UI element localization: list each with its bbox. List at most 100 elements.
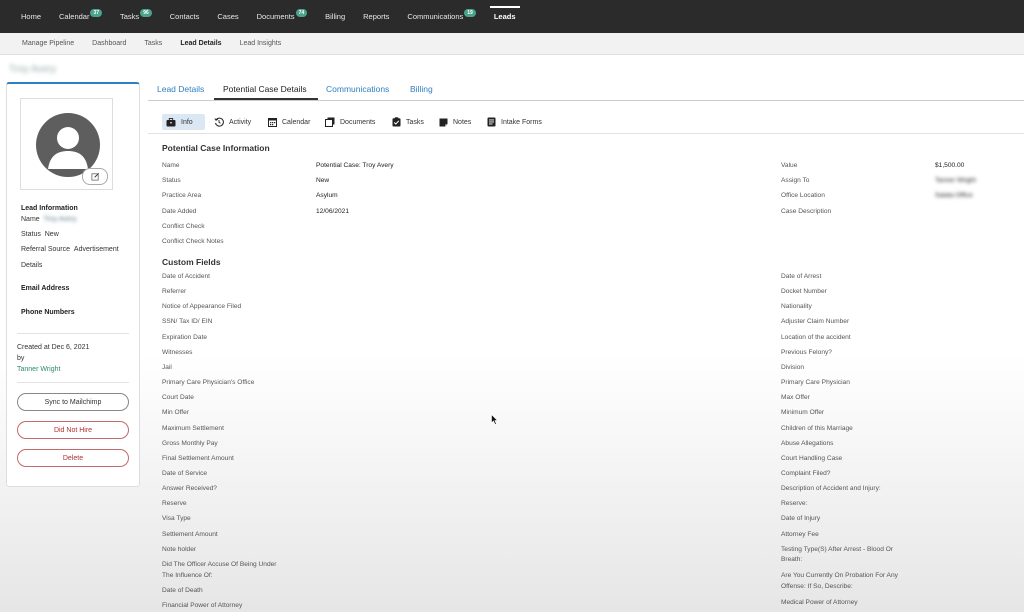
subnav-dashboard[interactable]: Dashboard xyxy=(83,40,135,47)
subtab-intake-forms-label: Intake Forms xyxy=(501,118,542,126)
field-label: Conflict Check xyxy=(162,222,205,230)
custom-field-label: Settlement Amount xyxy=(162,530,218,538)
custom-field-label: Division xyxy=(781,363,805,371)
subnav-manage-pipeline[interactable]: Manage Pipeline xyxy=(13,40,83,47)
custom-field-label: The Influence Of: xyxy=(162,572,213,580)
did-not-hire-button[interactable]: Did Not Hire xyxy=(17,421,129,439)
created-at-text: Created at Dec 6, 2021 xyxy=(17,344,90,351)
nav-leads-label: Leads xyxy=(493,12,516,21)
calendar-icon xyxy=(268,118,277,127)
custom-field-label: SSN/ Tax ID/ EIN xyxy=(162,318,213,326)
tab-potential-case-details[interactable]: Potential Case Details xyxy=(223,84,307,94)
notes-icon xyxy=(439,118,448,126)
nav-documents[interactable]: Documents 74 xyxy=(248,0,317,33)
tab-lead-details[interactable]: Lead Details xyxy=(157,84,204,94)
field-value: Asylum xyxy=(316,192,338,200)
nav-communications-label: Communications xyxy=(407,12,464,21)
field-value: Salata Office xyxy=(935,192,973,200)
custom-field-label: Court Handling Case xyxy=(781,454,843,462)
subtab-tasks[interactable]: Tasks xyxy=(388,114,428,130)
subtab-tasks-label: Tasks xyxy=(406,118,424,126)
top-navigation: Home Calendar 37 Tasks 96 Contacts Cases D… xyxy=(0,0,1024,33)
tab-communications[interactable]: Communications xyxy=(326,84,389,94)
created-by-link[interactable]: Tanner Wright xyxy=(17,366,60,373)
custom-field-label: Minimum Offer xyxy=(781,409,825,417)
custom-field-label: Date of Arrest xyxy=(781,273,822,280)
tasks-icon xyxy=(392,117,401,127)
email-address-heading: Email Address xyxy=(21,285,70,292)
communications-count-badge: 19 xyxy=(464,8,476,17)
phone-numbers-heading: Phone Numbers xyxy=(21,309,75,316)
lead-profile-card: Lead Information Name Troy Avery Status … xyxy=(6,82,140,487)
field-value: $1,500.00 xyxy=(935,162,965,169)
subnav-lead-details[interactable]: Lead Details xyxy=(171,40,230,47)
subtab-info[interactable]: Info xyxy=(162,114,205,130)
field-label: Office Location xyxy=(781,192,825,200)
subtab-documents[interactable]: Documents xyxy=(321,114,379,130)
calendar-count-badge: 37 xyxy=(90,8,103,17)
custom-field-label: Expiration Date xyxy=(162,333,208,341)
nav-billing[interactable]: Billing xyxy=(316,0,354,33)
history-icon xyxy=(214,117,224,127)
documents-icon xyxy=(325,117,335,127)
subtab-notes[interactable]: Notes xyxy=(435,114,475,130)
divider xyxy=(17,382,129,383)
subnav-tasks[interactable]: Tasks xyxy=(135,40,171,47)
custom-field-label: Notice of Appearance Filed xyxy=(162,303,242,311)
avatar xyxy=(20,98,113,190)
lead-name-value: Troy Avery xyxy=(43,216,77,223)
referral-source-value: Advertisement xyxy=(73,246,119,253)
field-label: Status xyxy=(162,177,181,185)
tab-billing[interactable]: Billing xyxy=(410,84,433,94)
custom-field-label: Visa Type xyxy=(162,515,191,523)
custom-field-label: Adjuster Claim Number xyxy=(781,318,850,326)
subnav-lead-insights[interactable]: Lead Insights xyxy=(231,40,291,47)
briefcase-icon xyxy=(166,117,176,126)
custom-field-label: Referrer xyxy=(162,288,187,296)
lead-information-heading: Lead Information xyxy=(21,205,78,212)
referral-source-label: Referral Source xyxy=(21,246,71,253)
nav-communications[interactable]: Communications 19 xyxy=(398,0,484,33)
custom-field-label: Location of the accident xyxy=(781,333,851,341)
sub-navigation: Manage Pipeline Dashboard Tasks Lead Det… xyxy=(0,33,1024,55)
subtab-calendar[interactable]: Calendar xyxy=(264,114,314,130)
field-label: Assign To xyxy=(781,177,810,185)
nav-reports[interactable]: Reports xyxy=(354,0,398,33)
field-value: 12/06/2021 xyxy=(316,207,350,215)
custom-field-label: Description of Accident and Injury: xyxy=(781,485,881,493)
custom-field-label: Court Date xyxy=(162,394,194,402)
subtab-activity-label: Activity xyxy=(229,118,252,126)
custom-field-label: Reserve xyxy=(162,500,187,508)
custom-field-label: Children of this Marriage xyxy=(781,424,853,432)
edit-icon xyxy=(90,172,99,181)
nav-calendar[interactable]: Calendar 37 xyxy=(50,0,111,33)
active-tab-indicator xyxy=(214,98,318,100)
field-label: Value xyxy=(781,162,798,169)
custom-field-label: Financial Power of Attorney xyxy=(162,602,243,609)
custom-field-label: Reserve: xyxy=(781,500,808,508)
created-by-label: by xyxy=(17,355,25,362)
custom-field-label: Date of Injury xyxy=(781,515,821,523)
divider xyxy=(17,333,129,334)
subtab-notes-label: Notes xyxy=(453,118,472,126)
nav-home[interactable]: Home xyxy=(12,0,50,33)
nav-cases[interactable]: Cases xyxy=(208,0,247,33)
delete-button[interactable]: Delete xyxy=(17,449,129,467)
mouse-cursor-icon xyxy=(491,414,498,425)
subtab-activity[interactable]: Activity xyxy=(210,114,255,130)
custom-field-label: Nationality xyxy=(781,303,812,311)
edit-avatar-button[interactable] xyxy=(82,168,108,185)
field-value: New xyxy=(316,177,330,185)
field-label: Practice Area xyxy=(162,192,202,200)
nav-leads[interactable]: Leads xyxy=(485,0,525,33)
sync-to-mailchimp-button[interactable]: Sync to Mailchimp xyxy=(17,393,129,411)
nav-tasks[interactable]: Tasks 96 xyxy=(111,0,161,33)
custom-field-label: Primary Care Physician's Office xyxy=(162,379,255,387)
lead-referral-row: Referral Source Advertisement xyxy=(21,246,119,253)
subtab-intake-forms[interactable]: Intake Forms xyxy=(483,114,546,130)
nav-documents-label: Documents xyxy=(256,12,295,21)
lead-status-value: New xyxy=(44,231,59,238)
lead-status-row: Status New xyxy=(21,231,59,238)
nav-contacts[interactable]: Contacts xyxy=(161,0,209,33)
custom-field-label: Date of Service xyxy=(162,469,208,477)
